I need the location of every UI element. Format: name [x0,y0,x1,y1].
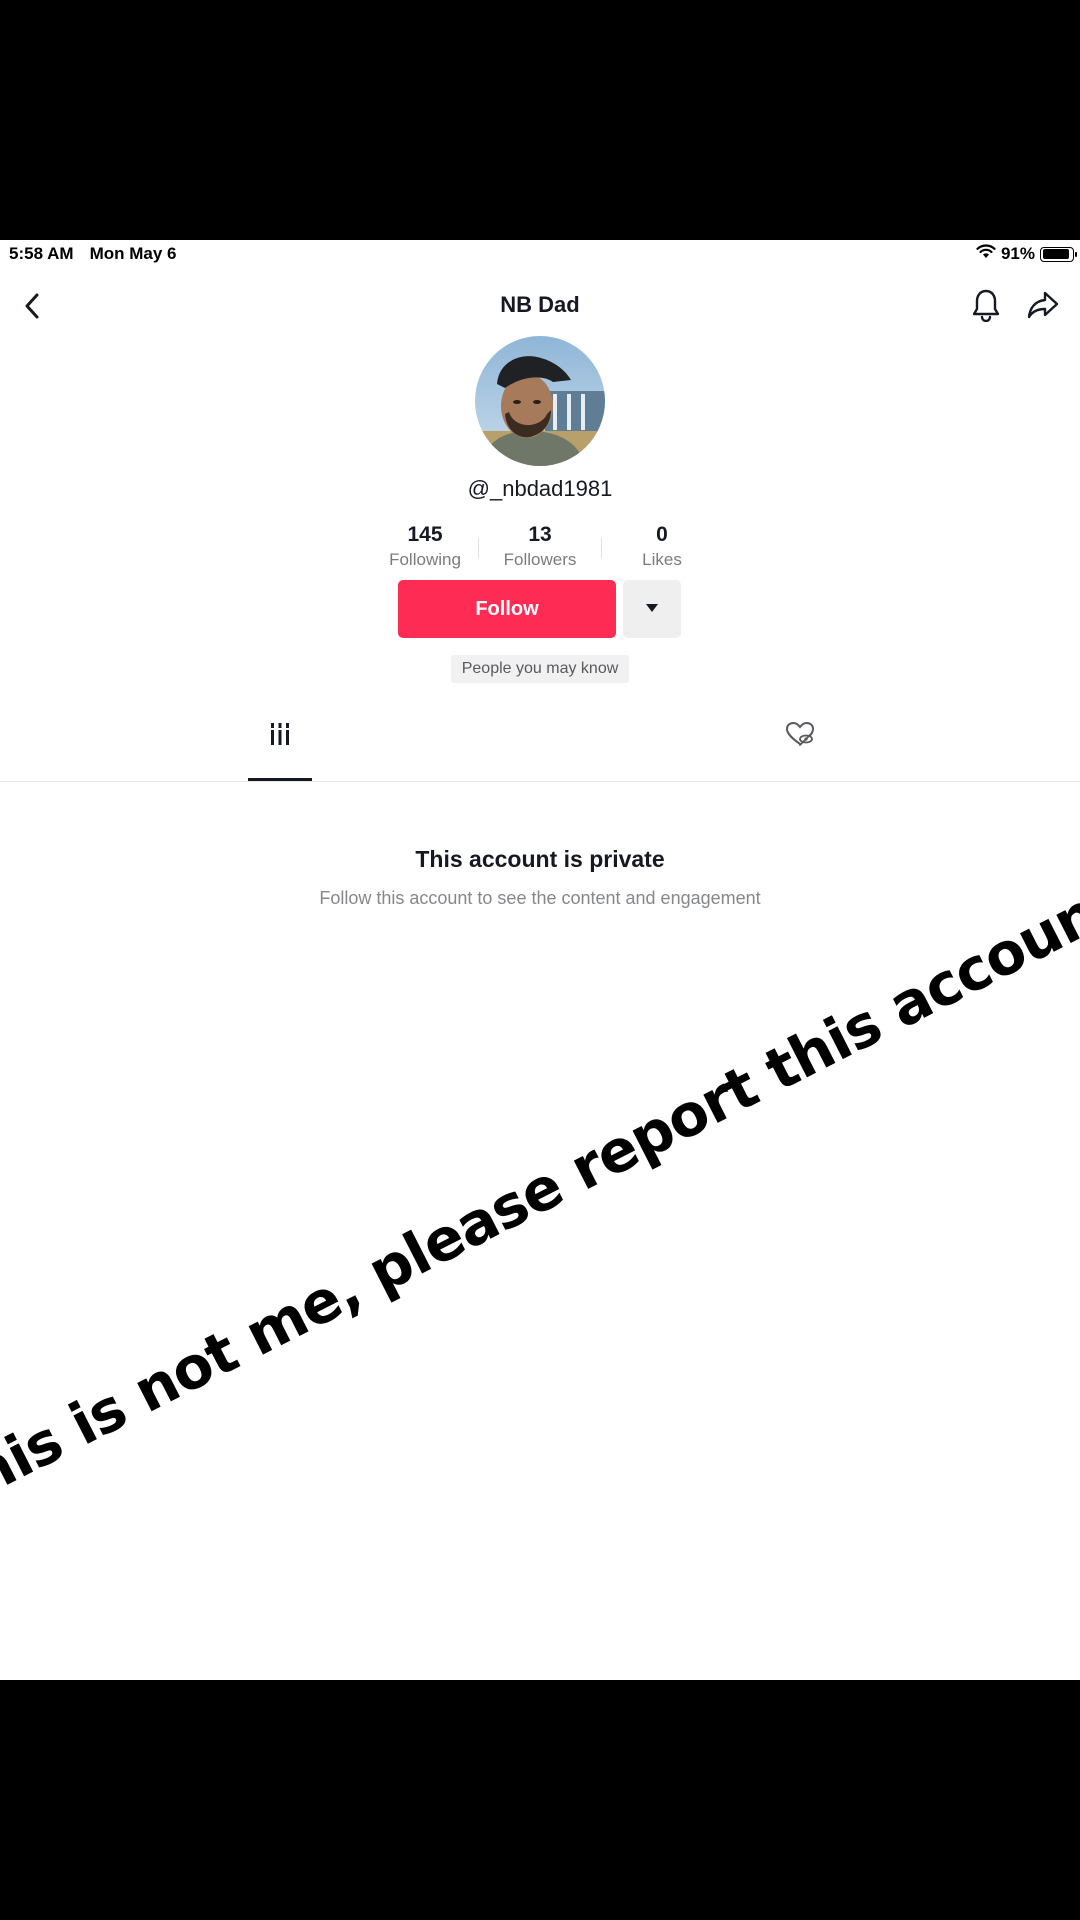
status-left: 5:58 AM Mon May 6 [9,244,176,264]
avatar[interactable] [475,336,605,466]
caret-down-icon [645,600,659,618]
nav-bar: NB Dad [0,280,1080,332]
bell-icon[interactable] [968,287,1004,323]
more-options-button[interactable] [623,580,681,638]
stat-label: Followers [503,550,577,569]
hidden-heart-icon [785,721,815,752]
stat-value: 145 [407,523,443,546]
username: @_nbdad1981 [467,476,613,501]
page-title: NB Dad [500,292,580,317]
battery-icon [1040,246,1077,262]
status-right: 91% [976,244,1077,264]
stat-value: 13 [528,523,552,546]
stat-following[interactable]: 145 Following [370,522,480,572]
stat-label: Likes [642,550,682,569]
letterbox-bottom [0,1680,1080,1920]
stat-divider [478,538,479,558]
stat-label: Following [389,550,461,569]
follow-button[interactable]: Follow [398,580,616,638]
status-date: Mon May 6 [89,244,177,263]
people-you-may-know-button[interactable]: People you may know [451,655,629,683]
stat-divider [601,538,602,558]
stat-value: 0 [656,523,668,546]
tab-videos[interactable] [248,692,312,781]
wifi-icon [976,244,996,264]
overlay-warning-text: This is not me, please report this accou… [0,855,1080,1527]
status-time: 5:58 AM [9,244,74,263]
share-arrow-icon[interactable] [1024,287,1062,323]
tab-liked[interactable] [770,692,830,781]
battery-fill [1042,249,1069,259]
tab-active-indicator [248,778,312,781]
stat-likes[interactable]: 0 Likes [607,522,717,572]
status-bar: 5:58 AM Mon May 6 91% [0,240,1080,268]
grid-bars-icon [269,723,291,750]
battery-percent: 91% [1000,244,1035,263]
private-account-title: This account is private [415,846,665,872]
screen: 5:58 AM Mon May 6 91% NB Dad @_nbdad1981… [0,240,1080,1680]
private-account-subtitle: Follow this account to see the content a… [319,888,761,908]
stats-row: 145 Following 13 Followers 0 Likes [370,522,710,578]
profile-tabs [0,692,1080,782]
letterbox-top [0,0,1080,240]
stat-followers[interactable]: 13 Followers [485,522,595,572]
